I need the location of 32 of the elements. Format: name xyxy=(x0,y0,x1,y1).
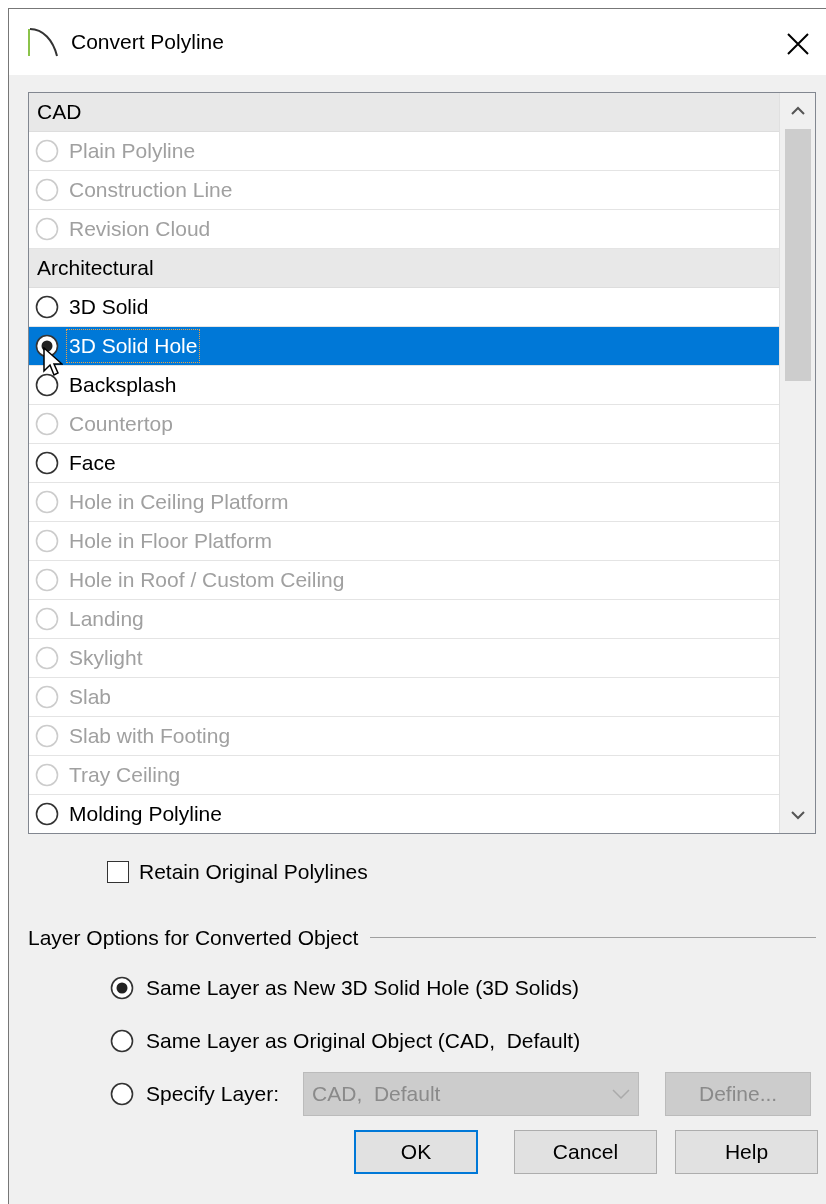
list-item[interactable]: Face xyxy=(67,447,118,479)
group-title: Layer Options for Converted Object xyxy=(28,924,359,951)
list-item[interactable]: Backsplash xyxy=(67,369,179,401)
radio-button[interactable] xyxy=(35,295,59,319)
checkbox[interactable] xyxy=(107,860,129,883)
cursor-icon xyxy=(43,347,63,377)
arc-icon xyxy=(27,26,59,58)
scrollbar-thumb[interactable] xyxy=(784,129,811,381)
radio-button[interactable] xyxy=(110,1081,134,1106)
list-item[interactable]: 3D Solid Hole xyxy=(67,330,200,362)
radio-button[interactable] xyxy=(110,975,134,1000)
dialog-button[interactable]: OK xyxy=(354,1130,478,1174)
dialog-button[interactable]: Cancel xyxy=(514,1130,657,1174)
list-item[interactable]: 3D Solid xyxy=(67,291,151,323)
list-item[interactable]: Molding Polyline xyxy=(67,798,224,830)
radio-button[interactable] xyxy=(35,373,59,397)
close-icon[interactable] xyxy=(786,31,810,56)
radio-button[interactable] xyxy=(35,451,59,475)
radio-button[interactable] xyxy=(35,802,59,826)
dialog-button[interactable]: Help xyxy=(675,1130,818,1174)
scroll-down-icon[interactable] xyxy=(789,810,806,820)
scrollbar[interactable] xyxy=(779,93,815,833)
window-title: Convert Polyline xyxy=(71,29,224,56)
radio-label: Specify Layer: xyxy=(146,1080,280,1107)
scroll-up-icon[interactable] xyxy=(789,106,806,116)
checkbox-label: Retain Original Polylines xyxy=(139,859,368,885)
dropdown-caret-icon xyxy=(612,1088,631,1099)
radio-label: Same Layer as Original Object (CAD, Default) xyxy=(146,1027,581,1054)
radio-button[interactable] xyxy=(110,1028,134,1053)
group-header: CAD xyxy=(29,93,779,132)
radio-label: Same Layer as New 3D Solid Hole (3D Solids) xyxy=(146,974,579,1001)
group-header: Architectural xyxy=(29,249,779,288)
